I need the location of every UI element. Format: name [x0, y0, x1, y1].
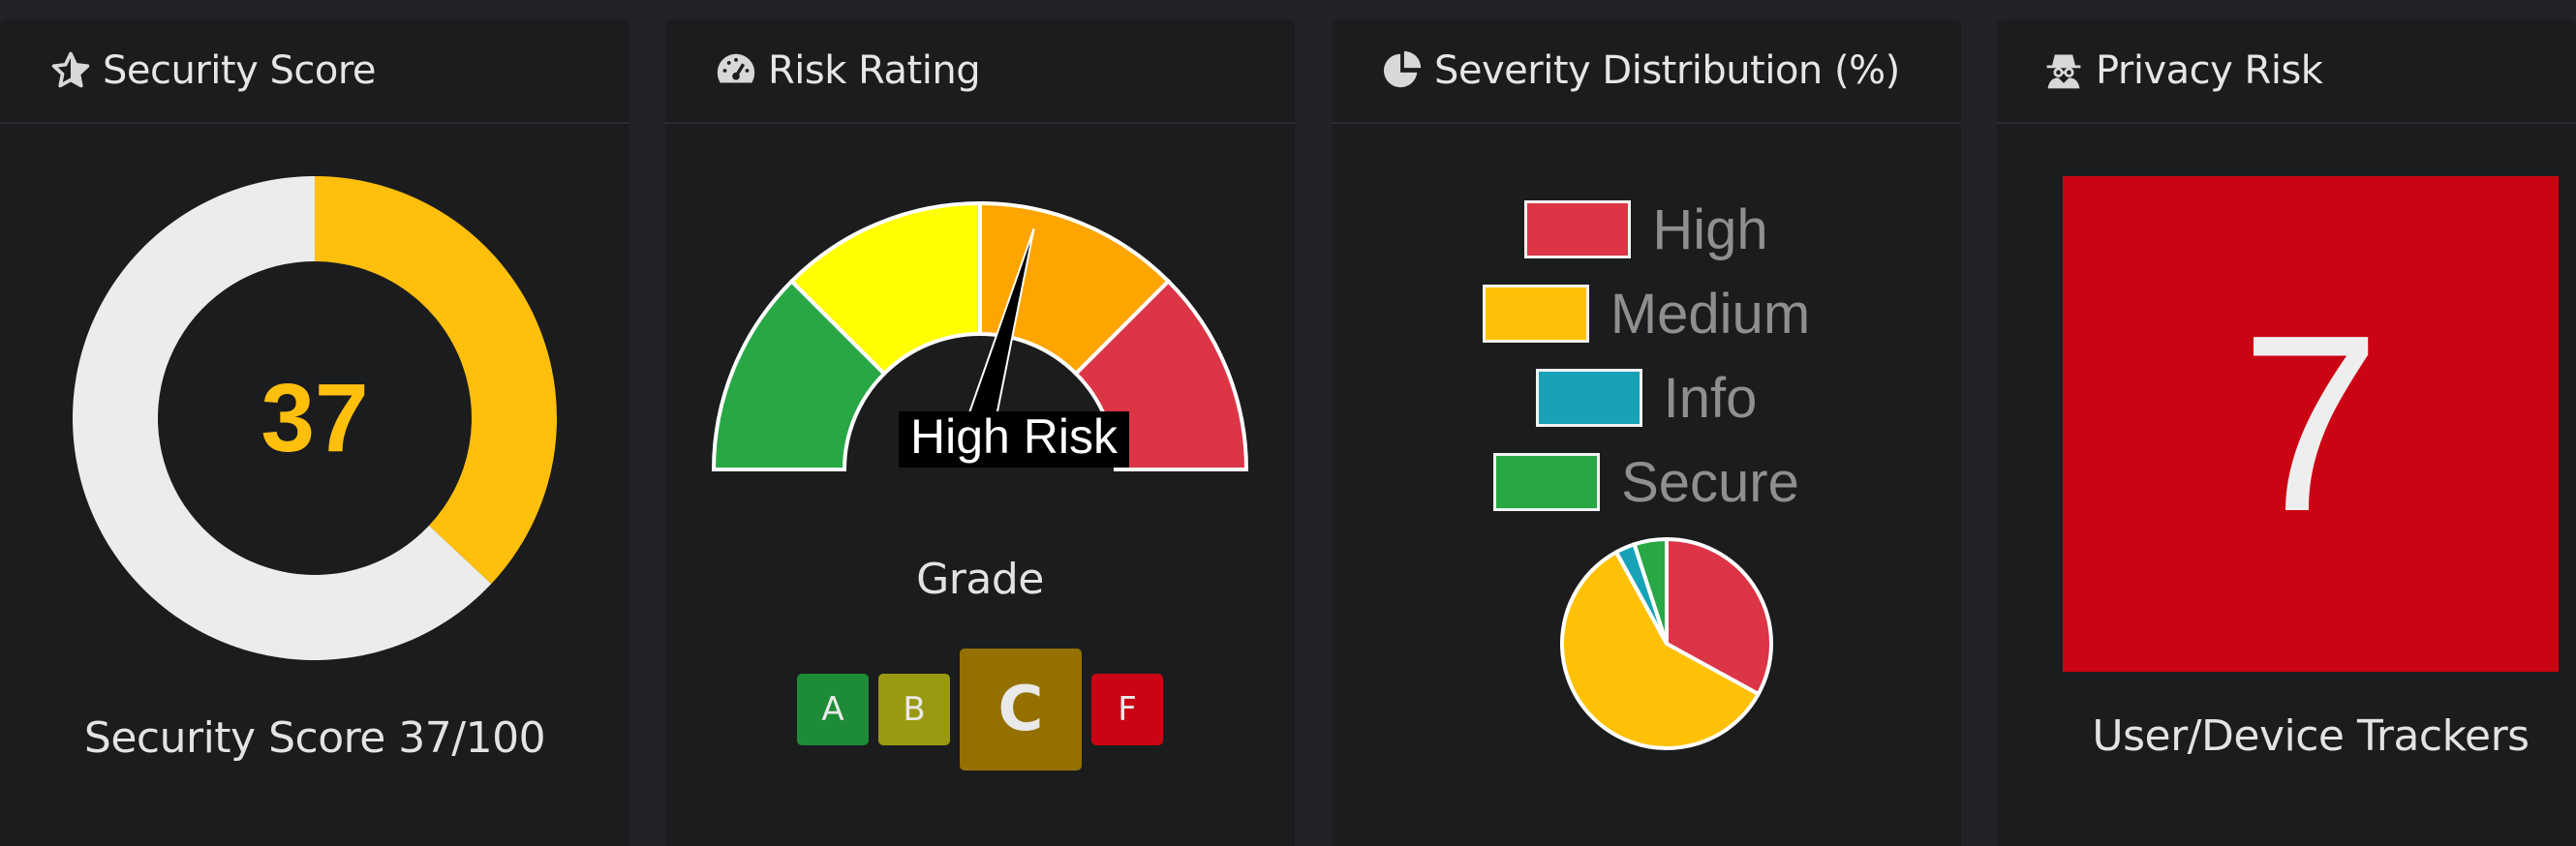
- privacy-caption: User/Device Trackers: [2092, 711, 2530, 761]
- card-title: Security Score: [103, 48, 377, 93]
- grade-row: A B C F: [665, 649, 1295, 770]
- pie-slices: [1560, 536, 1773, 750]
- severity-legend: High Medium Info Secure: [1332, 198, 1961, 535]
- legend-item-info: Info: [1535, 366, 1758, 430]
- severity-pie-chart: [1560, 536, 1773, 750]
- card-title: Privacy Risk: [2096, 48, 2323, 93]
- card-header: Risk Rating: [665, 19, 1295, 124]
- security-score-value: 37: [261, 363, 369, 472]
- legend-label-medium: Medium: [1610, 282, 1811, 346]
- risk-rating-card: Risk Rating High Risk Grade A B C F: [665, 19, 1295, 846]
- user-secret-icon: [2041, 48, 2086, 93]
- legend-swatch-high: [1524, 200, 1632, 258]
- card-header: Privacy Risk: [1997, 19, 2576, 124]
- pie-chart-icon: [1380, 48, 1425, 93]
- legend-swatch-secure: [1493, 453, 1601, 511]
- grade-c-badge: C: [960, 649, 1082, 770]
- security-score-caption: Security Score 37/100: [83, 713, 546, 763]
- risk-gauge: High Risk: [711, 200, 1249, 471]
- tracker-count-tile: 7: [2063, 176, 2559, 672]
- card-title: Risk Rating: [768, 48, 981, 93]
- legend-label-secure: Secure: [1621, 450, 1799, 514]
- severity-distribution-card: Severity Distribution (%) High Medium In…: [1332, 19, 1961, 846]
- security-score-card: Security Score 37 Security Score 37/100: [0, 19, 629, 846]
- grade-label: Grade: [916, 555, 1044, 604]
- privacy-risk-card: Privacy Risk 7 User/Device Trackers: [1997, 19, 2576, 846]
- card-title: Severity Distribution (%): [1434, 48, 1900, 93]
- speedometer-icon: [714, 48, 758, 93]
- legend-swatch-medium: [1482, 285, 1589, 343]
- card-header: Severity Distribution (%): [1332, 19, 1961, 124]
- legend-label-info: Info: [1663, 366, 1758, 430]
- grade-a-badge: A: [797, 674, 869, 745]
- legend-label-high: High: [1652, 197, 1768, 261]
- gauge-label: High Risk: [910, 409, 1119, 464]
- dashboard-row: Security Score 37 Security Score 37/100: [0, 0, 2576, 846]
- star-icon: [48, 48, 93, 93]
- legend-item-medium: Medium: [1482, 282, 1811, 346]
- legend-item-secure: Secure: [1493, 450, 1799, 514]
- grade-f-badge: F: [1091, 674, 1163, 745]
- grade-b-badge: B: [878, 674, 950, 745]
- legend-swatch-info: [1535, 369, 1642, 427]
- legend-item-high: High: [1524, 197, 1768, 261]
- card-header: Security Score: [0, 19, 629, 124]
